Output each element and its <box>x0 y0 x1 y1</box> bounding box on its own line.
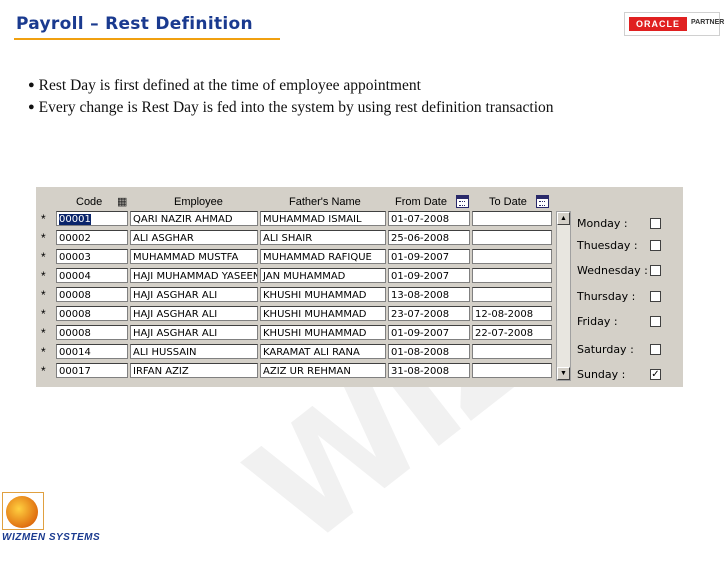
from-field[interactable]: 25-06-2008 <box>388 230 470 245</box>
title-underline <box>14 38 280 40</box>
code-field[interactable]: 00008 <box>56 287 128 302</box>
employee-field[interactable]: HAJI MUHAMMAD YASEEN <box>130 268 258 283</box>
rest-day-label: Thursday : <box>577 290 636 303</box>
from-field[interactable]: 01-07-2008 <box>388 211 470 226</box>
to-field[interactable] <box>472 211 552 226</box>
rest-day-checkbox[interactable] <box>650 316 661 327</box>
row-marker: * <box>41 212 46 226</box>
row-marker: * <box>41 250 46 264</box>
scroll-up-icon[interactable]: ▲ <box>557 212 570 225</box>
rest-day-label: Monday : <box>577 217 628 230</box>
calendar-icon[interactable] <box>536 195 549 208</box>
rest-definition-form: Code ▦ Employee Father's Name From Date … <box>36 187 683 387</box>
vertical-scrollbar[interactable]: ▲ ▼ <box>556 211 571 381</box>
bullet-item: ● Every change is Rest Day is fed into th… <box>28 99 554 116</box>
father-field[interactable]: KHUSHI MUHAMMAD <box>260 287 386 302</box>
to-field[interactable]: 12-08-2008 <box>472 306 552 321</box>
from-field[interactable]: 01-08-2008 <box>388 344 470 359</box>
father-field[interactable]: MUHAMMAD ISMAIL <box>260 211 386 226</box>
bullet-list: ● Rest Day is first defined at the time o… <box>28 77 554 121</box>
to-field[interactable] <box>472 268 552 283</box>
code-field[interactable]: 00002 <box>56 230 128 245</box>
employee-field[interactable]: ALI ASGHAR <box>130 230 258 245</box>
father-field[interactable]: KARAMAT ALI RANA <box>260 344 386 359</box>
header-fathers-name: Father's Name <box>289 196 361 208</box>
rest-day-label: Friday : <box>577 315 618 328</box>
father-field[interactable]: JAN MUHAMMAD <box>260 268 386 283</box>
father-field[interactable]: AZIZ UR REHMAN <box>260 363 386 378</box>
to-field[interactable] <box>472 230 552 245</box>
father-field[interactable]: KHUSHI MUHAMMAD <box>260 306 386 321</box>
code-field[interactable]: 00014 <box>56 344 128 359</box>
to-field[interactable] <box>472 363 552 378</box>
from-field[interactable]: 23-07-2008 <box>388 306 470 321</box>
calendar-icon[interactable] <box>456 195 469 208</box>
rest-day-label: Sunday : <box>577 368 626 381</box>
employee-field[interactable]: IRFAN AZIZ <box>130 363 258 378</box>
rest-day-label: Thuesday : <box>577 239 638 252</box>
scroll-down-icon[interactable]: ▼ <box>557 367 570 380</box>
code-field[interactable]: 00004 <box>56 268 128 283</box>
father-field[interactable]: KHUSHI MUHAMMAD <box>260 325 386 340</box>
row-marker: * <box>41 288 46 302</box>
header-employee: Employee <box>174 196 223 208</box>
father-field[interactable]: MUHAMMAD RAFIQUE <box>260 249 386 264</box>
rest-day-checkbox[interactable] <box>650 265 661 276</box>
from-field[interactable]: 01-09-2007 <box>388 249 470 264</box>
row-marker: * <box>41 345 46 359</box>
row-marker: * <box>41 364 46 378</box>
slide-title: Payroll – Rest Definition <box>16 14 253 34</box>
rest-day-checkbox[interactable] <box>650 240 661 251</box>
rest-day-label: Wednesday : <box>577 264 648 277</box>
code-field[interactable]: 00008 <box>56 325 128 340</box>
employee-field[interactable]: QARI NAZIR AHMAD <box>130 211 258 226</box>
row-marker: * <box>41 307 46 321</box>
rest-day-label: Saturday : <box>577 343 634 356</box>
to-field[interactable] <box>472 287 552 302</box>
employee-field[interactable]: ALI HUSSAIN <box>130 344 258 359</box>
code-field[interactable]: 00008 <box>56 306 128 321</box>
bullet-item: ● Rest Day is first defined at the time o… <box>28 77 421 94</box>
row-marker: * <box>41 326 46 340</box>
rest-day-checkbox[interactable]: ✓ <box>650 369 661 380</box>
lookup-icon[interactable]: ▦ <box>117 195 127 208</box>
code-field[interactable]: 00003 <box>56 249 128 264</box>
row-marker: * <box>41 269 46 283</box>
from-field[interactable]: 31-08-2008 <box>388 363 470 378</box>
code-field[interactable]: 00017 <box>56 363 128 378</box>
header-code: Code <box>76 196 103 208</box>
employee-field[interactable]: HAJI ASGHAR ALI <box>130 306 258 321</box>
to-field[interactable] <box>472 249 552 264</box>
rest-day-checkbox[interactable] <box>650 218 661 229</box>
rest-day-checkbox[interactable] <box>650 344 661 355</box>
oracle-partner-label: PARTNER <box>691 19 725 26</box>
from-field[interactable]: 13-08-2008 <box>388 287 470 302</box>
header-to-date: To Date <box>489 196 527 208</box>
to-field[interactable]: 22-07-2008 <box>472 325 552 340</box>
oracle-brand: ORACLE <box>629 17 687 31</box>
employee-field[interactable]: MUHAMMAD MUSTFA <box>130 249 258 264</box>
wizmen-logo-icon <box>6 496 38 528</box>
employee-field[interactable]: HAJI ASGHAR ALI <box>130 325 258 340</box>
employee-field[interactable]: HAJI ASGHAR ALI <box>130 287 258 302</box>
code-field[interactable]: 00001 <box>56 211 128 226</box>
oracle-partner-logo: ORACLE PARTNER <box>624 12 724 36</box>
from-field[interactable]: 01-09-2007 <box>388 325 470 340</box>
row-marker: * <box>41 231 46 245</box>
father-field[interactable]: ALI SHAIR <box>260 230 386 245</box>
footer-company: WIZMEN SYSTEMS <box>2 532 101 543</box>
header-from-date: From Date <box>395 196 447 208</box>
from-field[interactable]: 01-09-2007 <box>388 268 470 283</box>
rest-day-checkbox[interactable] <box>650 291 661 302</box>
to-field[interactable] <box>472 344 552 359</box>
